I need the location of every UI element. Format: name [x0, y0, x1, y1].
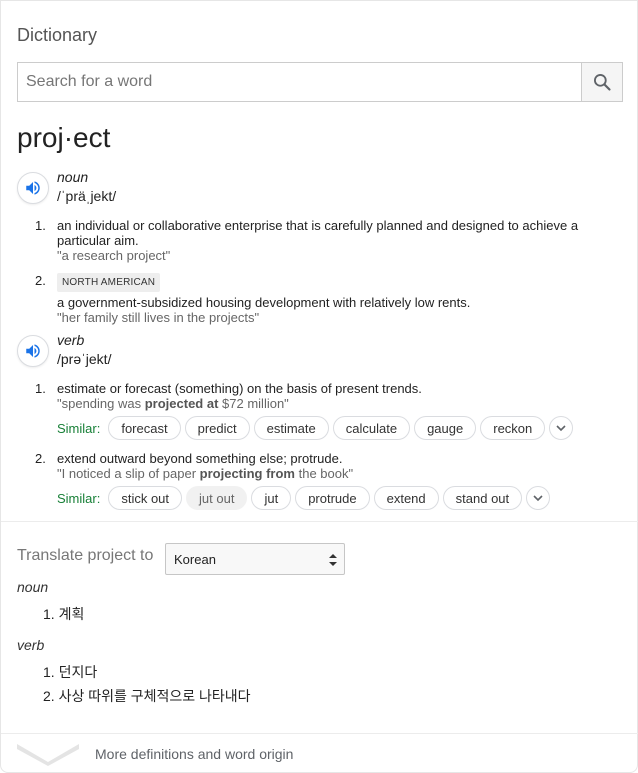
- card-title: Dictionary: [17, 25, 98, 45]
- language-select-value: Korean: [174, 551, 216, 567]
- verb-definition-2: 2. extend outward beyond something else;…: [35, 451, 595, 481]
- expand-similar-button[interactable]: [526, 486, 551, 510]
- search-box: [17, 62, 623, 102]
- translate-noun-label: noun: [17, 579, 49, 595]
- similar-chip[interactable]: forecast: [108, 416, 181, 440]
- definition-example: "her family still lives in the projects": [57, 310, 260, 325]
- noun-phonetic: /ˈpräˌjekt/: [57, 188, 117, 204]
- headword: proj·ect: [17, 122, 111, 153]
- more-definitions-link[interactable]: More definitions and word origin: [95, 746, 293, 762]
- definition-example: "I noticed a slip of paper projecting fr…: [57, 466, 354, 481]
- verb-pos-label: verb: [57, 332, 85, 348]
- definition-text: estimate or forecast (something) on the …: [57, 381, 422, 396]
- similar-chip[interactable]: extend: [373, 486, 439, 510]
- definition-example: "a research project": [57, 248, 171, 263]
- similar-label: Similar:: [57, 490, 101, 506]
- translate-noun-item: 1. 계획: [43, 606, 85, 622]
- definition-number: 2.: [35, 273, 46, 288]
- similar-chip[interactable]: stick out: [108, 486, 183, 510]
- similar-chip[interactable]: jut out: [186, 486, 248, 510]
- definition-example: "spending was projected at $72 million": [57, 396, 289, 411]
- similar-label: Similar:: [57, 420, 101, 436]
- similar-words-row-1: Similar: forecast predict estimate calcu…: [57, 415, 574, 441]
- select-arrows-icon: [329, 554, 337, 566]
- definition-number: 2.: [35, 451, 46, 466]
- similar-chip[interactable]: predict: [184, 416, 250, 440]
- noun-pos-label: noun: [57, 169, 89, 185]
- noun-definition-1: 1. an individual or collaborative enterp…: [35, 218, 595, 263]
- definition-text: a government-subsidized housing developm…: [57, 295, 471, 310]
- similar-chip[interactable]: stand out: [442, 486, 523, 510]
- speaker-icon: [26, 181, 40, 195]
- verb-definition-1: 1. estimate or forecast (something) on t…: [35, 381, 595, 411]
- similar-chip[interactable]: estimate: [253, 416, 329, 440]
- expand-similar-button[interactable]: [549, 416, 574, 440]
- footer-divider: [1, 733, 638, 734]
- translate-verb-item: 1. 던지다: [43, 664, 98, 680]
- chevron-down-icon[interactable]: [15, 741, 81, 767]
- speaker-icon: [26, 344, 40, 358]
- search-icon: [594, 74, 611, 91]
- similar-chip[interactable]: jut: [251, 486, 292, 510]
- region-badge: NORTH AMERICAN: [57, 273, 161, 292]
- search-input[interactable]: [18, 63, 581, 101]
- definition-number: 1.: [35, 381, 46, 396]
- definition-number: 1.: [35, 218, 46, 233]
- similar-chip[interactable]: reckon: [480, 416, 546, 440]
- chevron-down-icon: [556, 425, 566, 432]
- verb-pronounce-button[interactable]: [17, 335, 49, 367]
- similar-chip[interactable]: protrude: [295, 486, 370, 510]
- translate-label: Translate project to: [17, 547, 154, 564]
- language-select[interactable]: Korean: [165, 543, 345, 575]
- similar-chip[interactable]: gauge: [414, 416, 477, 440]
- definition-text: extend outward beyond something else; pr…: [57, 451, 343, 466]
- dictionary-card: Dictionary proj·ect noun /ˈpräˌjekt/ 1. …: [0, 0, 638, 773]
- section-divider: [1, 521, 638, 522]
- definition-text: an individual or collaborative enterpris…: [57, 218, 579, 248]
- noun-definition-2: 2. NORTH AMERICAN a government-subsidize…: [35, 273, 595, 325]
- translate-verb-item: 2. 사상 따위를 구체적으로 나타내다: [43, 688, 251, 704]
- translate-verb-label: verb: [17, 637, 45, 653]
- similar-chip[interactable]: calculate: [332, 416, 411, 440]
- similar-words-row-2: Similar: stick out jut out jut protrude …: [57, 485, 551, 511]
- search-button[interactable]: [581, 63, 622, 101]
- noun-pronounce-button[interactable]: [17, 172, 49, 204]
- chevron-down-icon: [533, 495, 543, 502]
- verb-phonetic: /prəˈjekt/: [57, 351, 112, 367]
